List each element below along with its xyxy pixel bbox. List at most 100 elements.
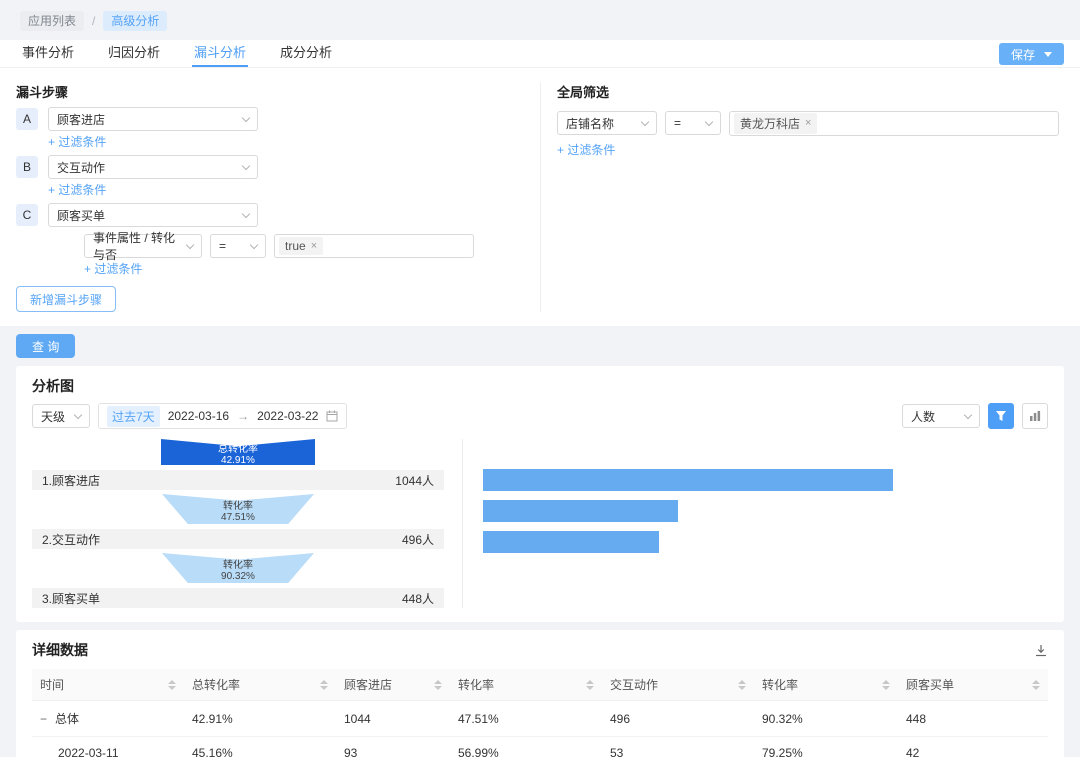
- filter-operator-select[interactable]: =: [665, 111, 721, 135]
- select-value: 天级: [41, 408, 65, 425]
- quick-range-badge[interactable]: 过去7天: [107, 406, 160, 427]
- chart-controls-right: 人数: [902, 403, 1048, 429]
- tab-attribution-analysis[interactable]: 归因分析: [106, 36, 162, 67]
- save-button[interactable]: 保存: [999, 43, 1064, 65]
- condition-attribute-select[interactable]: 事件属性 / 转化与否: [84, 234, 202, 258]
- funnel-step-c: C 顾客买单: [16, 203, 524, 227]
- funnel-icon: [995, 410, 1007, 422]
- column-label: 转化率: [458, 676, 494, 693]
- analysis-chart-title: 分析图: [32, 378, 1048, 395]
- sort-icon[interactable]: [434, 680, 442, 690]
- condition-value-tag: true ×: [279, 237, 323, 255]
- column-header-enter-store[interactable]: 顾客进店: [336, 669, 450, 701]
- chart-divider: [462, 439, 463, 608]
- column-header-conversion-2[interactable]: 转化率: [754, 669, 898, 701]
- funnel-steps-title: 漏斗步骤: [16, 82, 524, 101]
- step-c-event-select[interactable]: 顾客买单: [48, 203, 258, 227]
- cell-conversion-2: 90.32%: [754, 701, 898, 737]
- close-icon[interactable]: ×: [805, 118, 811, 129]
- step-a-event-select[interactable]: 顾客进店: [48, 107, 258, 131]
- sort-icon[interactable]: [1032, 680, 1040, 690]
- filter-field-select[interactable]: 店铺名称: [557, 111, 657, 135]
- cell-total-conversion: 45.16%: [184, 737, 336, 757]
- tab-composition-analysis[interactable]: 成分分析: [278, 36, 334, 67]
- column-header-conversion-1[interactable]: 转化率: [450, 669, 602, 701]
- start-date[interactable]: 2022-03-16: [168, 409, 229, 423]
- global-add-filter-link[interactable]: + 过滤条件: [557, 144, 1064, 157]
- condition-operator-select[interactable]: =: [210, 234, 266, 258]
- global-filter-title: 全局筛选: [557, 82, 1064, 101]
- analysis-chart-card: 分析图 天级 过去7天 2022-03-16 → 2022-03-22 人数: [16, 366, 1064, 622]
- sort-icon[interactable]: [738, 680, 746, 690]
- funnel-step-row-2: 2.交互动作 496人: [32, 529, 444, 549]
- chevron-down-icon: [705, 117, 713, 125]
- condition-value-input[interactable]: true ×: [274, 234, 474, 258]
- tab-event-analysis[interactable]: 事件分析: [20, 36, 76, 67]
- step-b-badge: B: [16, 156, 38, 178]
- funnel-conversion-2-3: 转化率 90.32%: [162, 553, 314, 583]
- cell-conversion-2: 79.25%: [754, 737, 898, 757]
- chart-type-button[interactable]: [1022, 403, 1048, 429]
- bar-step-1: [483, 469, 893, 491]
- column-label: 转化率: [762, 676, 798, 693]
- query-button[interactable]: 查 询: [16, 334, 75, 358]
- funnel-step-row-3: 3.顾客买单 448人: [32, 588, 444, 608]
- breadcrumb: 应用列表 / 高级分析: [0, 0, 1080, 40]
- funnel-step-label: 3.顾客买单: [42, 590, 100, 607]
- arrow-right-icon: →: [237, 409, 249, 423]
- funnel-view-button[interactable]: [988, 403, 1014, 429]
- funnel-total-conversion-banner: 总转化率 42.91%: [161, 439, 315, 465]
- step-a-add-filter-link[interactable]: + 过滤条件: [48, 136, 524, 149]
- step-b-add-filter-link[interactable]: + 过滤条件: [48, 184, 524, 197]
- chevron-down-icon: [74, 410, 82, 418]
- step-c-filter-condition: 事件属性 / 转化与否 = true ×: [84, 234, 524, 258]
- add-funnel-step-button[interactable]: 新增漏斗步骤: [16, 286, 116, 312]
- chart-controls: 天级 过去7天 2022-03-16 → 2022-03-22 人数: [32, 403, 1048, 429]
- select-value: 交互动作: [57, 159, 105, 176]
- column-header-purchase[interactable]: 顾客买单: [898, 669, 1048, 701]
- funnel-step-a: A 顾客进店: [16, 107, 524, 131]
- collapse-icon[interactable]: −: [40, 712, 47, 726]
- chevron-down-icon: [250, 240, 258, 248]
- column-header-interaction[interactable]: 交互动作: [602, 669, 754, 701]
- column-header-total-conversion[interactable]: 总转化率: [184, 669, 336, 701]
- cell-total-conversion: 42.91%: [184, 701, 336, 737]
- filter-value-tag: 黄龙万科店 ×: [734, 113, 817, 134]
- column-header-time[interactable]: 时间: [32, 669, 184, 701]
- date-range-picker[interactable]: 过去7天 2022-03-16 → 2022-03-22: [98, 403, 347, 429]
- sort-icon[interactable]: [168, 680, 176, 690]
- cell-purchase: 42: [898, 737, 1048, 757]
- cell-value: 2022-03-11: [40, 746, 119, 757]
- breadcrumb-advanced-analysis[interactable]: 高级分析: [103, 11, 167, 31]
- cell-purchase: 448: [898, 701, 1048, 737]
- end-date[interactable]: 2022-03-22: [257, 409, 318, 423]
- funnel-chart: 总转化率 42.91% 1.顾客进店 1044人 转化率 47.51% 2.交互…: [32, 439, 444, 608]
- close-icon[interactable]: ×: [311, 241, 317, 252]
- column-label: 时间: [40, 676, 64, 693]
- tab-funnel-analysis[interactable]: 漏斗分析: [192, 36, 248, 67]
- sort-icon[interactable]: [882, 680, 890, 690]
- cell-time: −总体: [32, 701, 184, 737]
- bar-step-2: [483, 500, 678, 522]
- sort-icon[interactable]: [320, 680, 328, 690]
- column-label: 总转化率: [192, 676, 240, 693]
- filter-value-input[interactable]: 黄龙万科店 ×: [729, 111, 1059, 136]
- download-button[interactable]: [1034, 644, 1048, 658]
- metric-select[interactable]: 人数: [902, 404, 980, 428]
- detail-data-title: 详细数据: [32, 642, 88, 659]
- step-c-add-filter-link[interactable]: + 过滤条件: [84, 263, 524, 276]
- sort-icon[interactable]: [586, 680, 594, 690]
- column-label: 顾客进店: [344, 676, 392, 693]
- cell-conversion-1: 56.99%: [450, 737, 602, 757]
- breadcrumb-app-list[interactable]: 应用列表: [20, 11, 84, 31]
- chevron-down-icon: [1044, 52, 1052, 57]
- total-conversion-value: 42.91%: [161, 455, 315, 466]
- chevron-down-icon: [242, 161, 250, 169]
- chevron-down-icon: [186, 240, 194, 248]
- global-filter-panel: 全局筛选 店铺名称 = 黄龙万科店 × + 过滤条件: [540, 82, 1080, 312]
- granularity-select[interactable]: 天级: [32, 404, 90, 428]
- tab-bar: 事件分析 归因分析 漏斗分析 成分分析 保存: [0, 40, 1080, 68]
- step-b-event-select[interactable]: 交互动作: [48, 155, 258, 179]
- select-value: =: [674, 116, 681, 130]
- funnel-step-label: 1.顾客进店: [42, 472, 100, 489]
